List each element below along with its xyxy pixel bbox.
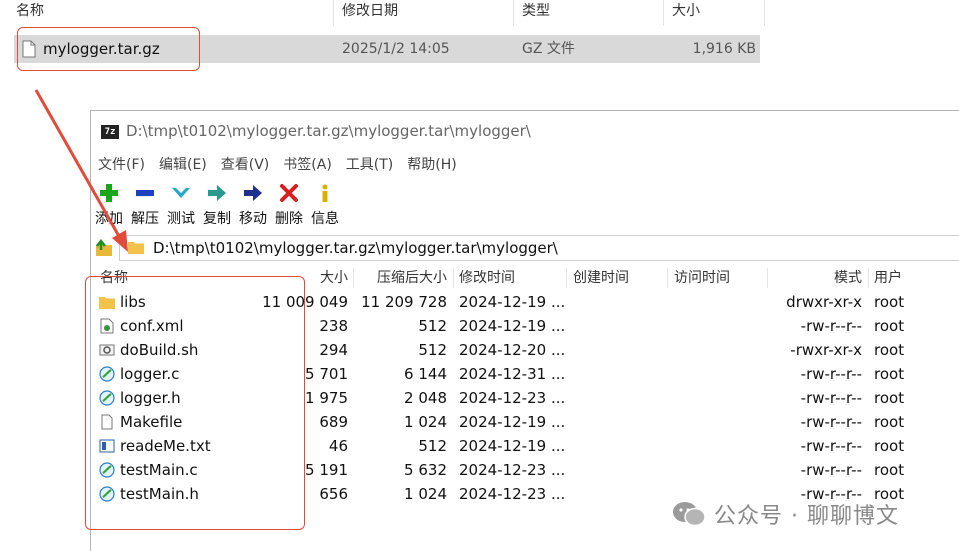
window-title: D:\tmp\t0102\mylogger.tar.gz\mylogger.ta…	[126, 122, 531, 140]
col-packed-size[interactable]: 压缩后大小	[354, 266, 447, 290]
file-mode: -rwxr-xr-x	[790, 341, 862, 359]
file-mode: -rw-r--r--	[800, 365, 862, 383]
file-user: root	[874, 389, 905, 407]
file-modified: 2024-12-23 ...	[459, 485, 566, 503]
copy-label: 复制	[203, 211, 231, 227]
file-packed-size: 2 048	[404, 389, 447, 407]
info-icon	[322, 184, 328, 202]
test-button[interactable]: 测试	[163, 179, 199, 231]
info-label: 信息	[311, 211, 339, 227]
file-packed-size: 6 144	[404, 365, 447, 383]
file-packed-size: 11 209 728	[361, 293, 447, 311]
file-mode: -rw-r--r--	[800, 437, 862, 455]
column-divider[interactable]	[667, 268, 668, 288]
test-label: 测试	[167, 211, 195, 227]
file-mode: drwxr-xr-x	[786, 293, 862, 311]
move-icon	[244, 185, 262, 201]
address-input[interactable]: D:\tmp\t0102\mylogger.tar.gz\mylogger.ta…	[119, 235, 959, 261]
toolbar: 添加 解压 测试 复制 移动 删除 信息	[91, 179, 343, 231]
menu-edit[interactable]: 编辑(E)	[152, 153, 214, 177]
file-modified: 2024-12-23 ...	[459, 389, 566, 407]
address-path: D:\tmp\t0102\mylogger.tar.gz\mylogger.ta…	[153, 239, 558, 257]
extract-label: 解压	[131, 211, 159, 227]
delete-label: 删除	[275, 211, 303, 227]
column-divider[interactable]	[868, 268, 869, 288]
col-user[interactable]: 用户	[874, 266, 902, 290]
explorer-column-header: 名称 修改日期 类型 大小	[0, 0, 765, 26]
file-packed-size: 1 024	[404, 485, 447, 503]
delete-button[interactable]: 删除	[271, 179, 307, 231]
menu-help[interactable]: 帮助(H)	[400, 153, 463, 177]
test-icon	[172, 188, 190, 198]
file-modified: 2024-12-19 ...	[459, 437, 566, 455]
add-button[interactable]: 添加	[91, 179, 127, 231]
menu-view[interactable]: 查看(V)	[214, 153, 277, 177]
explorer-file-modified: 2025/1/2 14:05	[342, 41, 450, 57]
explorer-file-size: 1,916 KB	[692, 41, 756, 57]
extract-icon	[136, 190, 154, 196]
title-bar[interactable]: 7z D:\tmp\t0102\mylogger.tar.gz\mylogger…	[91, 111, 959, 151]
column-divider[interactable]	[566, 268, 567, 288]
copy-icon	[208, 185, 226, 201]
highlight-box-archive	[17, 27, 200, 71]
column-divider[interactable]	[453, 268, 454, 288]
column-divider[interactable]	[333, 0, 334, 26]
add-label: 添加	[95, 211, 123, 227]
file-modified: 2024-12-31 ...	[459, 365, 566, 383]
file-user: root	[874, 365, 905, 383]
column-divider[interactable]	[764, 0, 765, 26]
explorer-col-type[interactable]: 类型	[522, 0, 550, 26]
move-button[interactable]: 移动	[235, 179, 271, 231]
menu-bookmarks[interactable]: 书签(A)	[276, 153, 339, 177]
column-divider[interactable]	[513, 0, 514, 26]
file-packed-size: 512	[418, 341, 447, 359]
col-accessed[interactable]: 访问时间	[674, 266, 730, 290]
file-user: root	[874, 341, 905, 359]
folder-up-icon[interactable]	[95, 238, 115, 258]
info-button[interactable]: 信息	[307, 179, 343, 231]
file-user: root	[874, 413, 905, 431]
file-modified: 2024-12-20 ...	[459, 341, 566, 359]
file-packed-size: 1 024	[404, 413, 447, 431]
file-mode: -rw-r--r--	[800, 413, 862, 431]
menu-file[interactable]: 文件(F)	[91, 153, 152, 177]
file-modified: 2024-12-19 ...	[459, 317, 566, 335]
address-bar: D:\tmp\t0102\mylogger.tar.gz\mylogger.ta…	[91, 235, 959, 261]
delete-icon	[280, 184, 298, 202]
explorer-col-name[interactable]: 名称	[16, 0, 44, 26]
highlight-box-contents	[85, 276, 305, 530]
file-modified: 2024-12-19 ...	[459, 413, 566, 431]
column-divider[interactable]	[767, 268, 768, 288]
explorer-col-size[interactable]: 大小	[672, 0, 700, 26]
file-packed-size: 5 632	[404, 461, 447, 479]
file-packed-size: 512	[418, 437, 447, 455]
file-mode: -rw-r--r--	[800, 317, 862, 335]
menu-bar: 文件(F) 编辑(E) 查看(V) 书签(A) 工具(T) 帮助(H)	[91, 153, 464, 177]
app-7z-icon: 7z	[101, 125, 119, 139]
file-user: root	[874, 437, 905, 455]
file-user: root	[874, 293, 905, 311]
file-user: root	[874, 461, 905, 479]
column-divider[interactable]	[663, 0, 664, 26]
file-mode: -rw-r--r--	[800, 389, 862, 407]
file-packed-size: 512	[418, 317, 447, 335]
move-label: 移动	[239, 211, 267, 227]
col-modified[interactable]: 修改时间	[459, 266, 515, 290]
file-user: root	[874, 317, 905, 335]
folder-icon	[128, 242, 144, 254]
col-created[interactable]: 创建时间	[573, 266, 629, 290]
file-modified: 2024-12-19 ...	[459, 293, 566, 311]
watermark: 公众号 · 聊聊博文	[672, 497, 899, 531]
add-icon	[100, 184, 118, 202]
file-mode: -rw-r--r--	[800, 461, 862, 479]
explorer-file-type: GZ 文件	[522, 41, 575, 57]
watermark-text: 公众号 · 聊聊博文	[714, 504, 899, 529]
wechat-icon	[673, 502, 706, 527]
explorer-col-modified[interactable]: 修改日期	[342, 0, 398, 26]
copy-button[interactable]: 复制	[199, 179, 235, 231]
extract-button[interactable]: 解压	[127, 179, 163, 231]
menu-tools[interactable]: 工具(T)	[339, 153, 400, 177]
col-mode[interactable]: 模式	[771, 266, 862, 290]
file-modified: 2024-12-23 ...	[459, 461, 566, 479]
